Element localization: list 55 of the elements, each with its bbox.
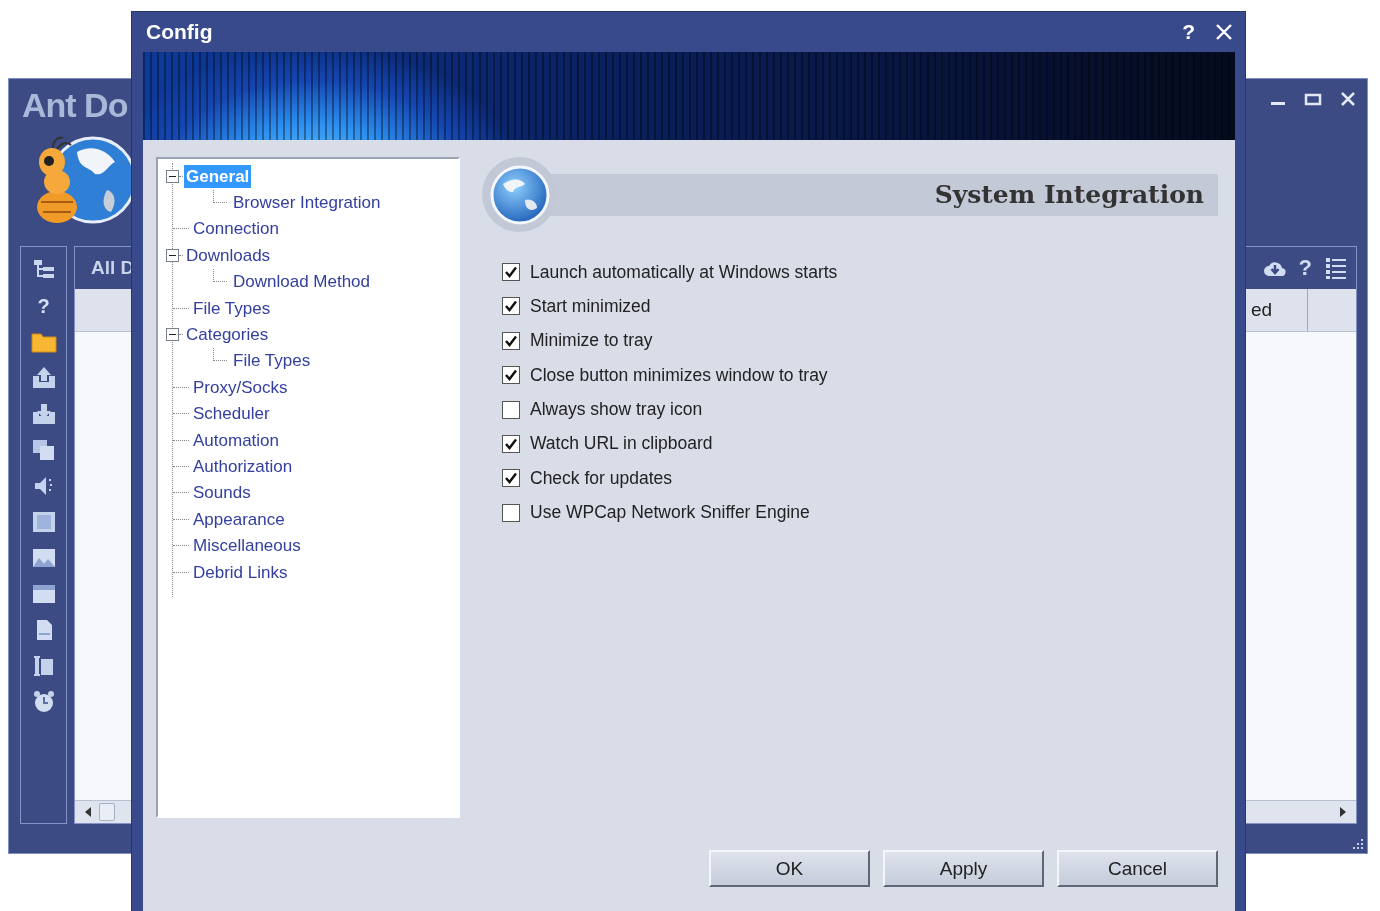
section-title: System Integration xyxy=(934,180,1204,209)
collapse-toggle[interactable] xyxy=(166,169,179,183)
option-label: Watch URL in clipboard xyxy=(530,433,713,455)
help-button[interactable]: ? xyxy=(1182,20,1195,44)
dialog-button[interactable]: Cancel xyxy=(1057,850,1218,887)
window-icon[interactable] xyxy=(30,582,57,606)
option-label: Check for updates xyxy=(530,467,673,489)
resize-grip-icon[interactable] xyxy=(1351,837,1365,851)
help-icon[interactable]: ? xyxy=(37,294,50,318)
tree-item[interactable]: File Types xyxy=(231,349,313,373)
checkbox[interactable] xyxy=(502,400,520,419)
squares-icon[interactable] xyxy=(30,438,57,462)
checkbox[interactable] xyxy=(502,366,520,385)
checkbox[interactable] xyxy=(502,503,520,522)
option-label: Always show tray icon xyxy=(530,399,703,421)
tree-item[interactable]: Miscellaneous xyxy=(191,534,303,558)
column-header[interactable]: ed xyxy=(1248,289,1308,331)
dialog-title: Config xyxy=(146,20,213,44)
tree-item[interactable]: File Types xyxy=(191,296,273,320)
tree-item[interactable]: Browser Integration xyxy=(231,191,383,215)
help-icon[interactable]: ? xyxy=(1298,255,1312,281)
collapse-toggle[interactable] xyxy=(166,248,179,262)
tree-item[interactable]: Download Method xyxy=(231,270,373,294)
tree-item[interactable]: Sounds xyxy=(191,481,253,505)
close-icon[interactable] xyxy=(1339,90,1357,108)
scroll-thumb[interactable] xyxy=(99,803,115,821)
tree-item[interactable]: Categories xyxy=(184,323,271,347)
tree-item[interactable]: Downloads xyxy=(184,243,273,267)
scroll-right-icon[interactable] xyxy=(1338,806,1348,818)
tree-item[interactable]: Automation xyxy=(191,428,281,452)
option-label: Close button minimizes window to tray xyxy=(530,364,828,386)
scroll-left-icon[interactable] xyxy=(83,806,93,818)
tree-item[interactable]: Proxy/Socks xyxy=(191,375,290,399)
list-icon[interactable] xyxy=(1324,256,1348,280)
folder-icon[interactable] xyxy=(30,330,57,354)
upload-icon[interactable] xyxy=(30,366,57,390)
picture-icon[interactable] xyxy=(30,546,57,570)
checkbox[interactable] xyxy=(502,263,520,281)
checkbox[interactable] xyxy=(502,331,520,350)
dialog-button[interactable]: Apply xyxy=(883,850,1044,887)
app-title: Ant Do xyxy=(22,85,128,126)
dialog-button[interactable]: OK xyxy=(709,850,870,887)
tree-item[interactable]: Debrid Links xyxy=(191,560,290,584)
tree-item[interactable]: Appearance xyxy=(191,507,287,531)
checkbox[interactable] xyxy=(502,434,520,453)
option-label: Minimize to tray xyxy=(530,330,653,352)
checkbox[interactable] xyxy=(502,297,520,316)
option-label: Start minimized xyxy=(530,295,651,317)
tree-item[interactable]: Connection xyxy=(191,217,281,241)
option-label: Launch automatically at Windows starts xyxy=(530,261,838,283)
checkbox[interactable] xyxy=(502,469,520,488)
tree-item[interactable]: Authorization xyxy=(191,455,295,478)
tree-item[interactable]: Scheduler xyxy=(191,402,272,426)
collapse-toggle[interactable] xyxy=(166,328,179,342)
option-label: Use WPCap Network Sniffer Engine xyxy=(530,502,810,524)
